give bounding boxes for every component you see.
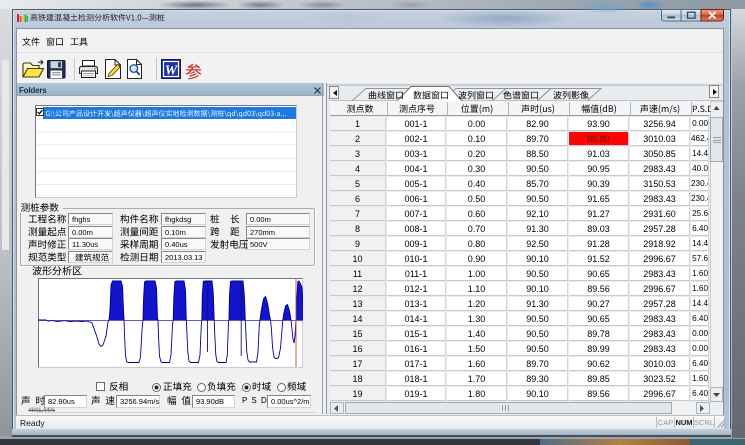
- svg-text:W: W: [165, 64, 179, 79]
